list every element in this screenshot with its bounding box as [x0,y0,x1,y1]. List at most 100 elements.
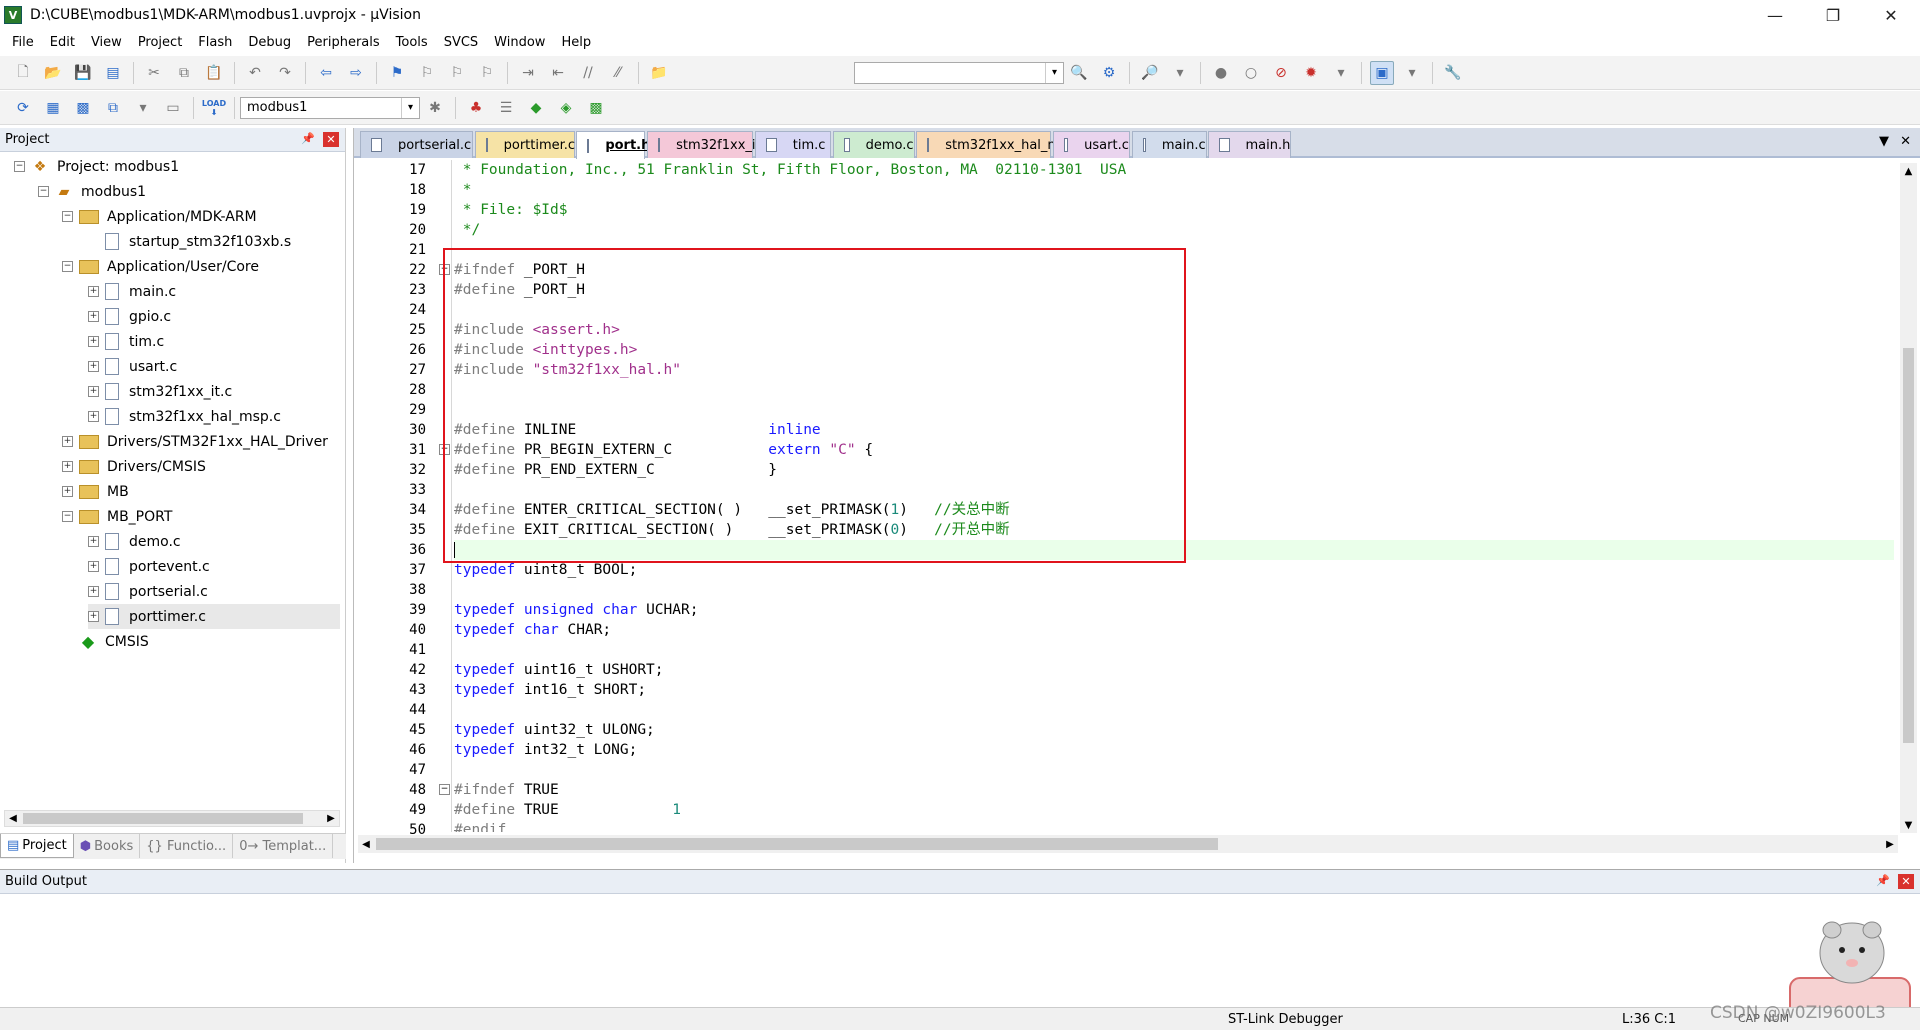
close-icon[interactable]: ✕ [1898,874,1914,889]
code-line[interactable]: typedef uint8_t BOOL; [454,560,1894,580]
code-line[interactable]: typedef int16_t SHORT; [454,680,1894,700]
new-file-icon[interactable]: 🗋 [11,61,35,85]
menu-peripherals[interactable]: Peripherals [299,35,388,50]
code-line[interactable]: * [454,180,1894,200]
indent-icon[interactable]: ⇥ [516,61,540,85]
chevron-down-icon[interactable]: ▾ [1400,61,1424,85]
collapse-icon[interactable]: − [14,161,25,172]
scrollbar-thumb[interactable] [376,838,1218,850]
expand-icon[interactable]: + [88,586,99,597]
menu-view[interactable]: View [83,35,130,50]
editor-tab[interactable]: usart.c [1052,131,1130,158]
chevron-down-icon[interactable]: ▾ [1329,61,1353,85]
breakpoint-disable-icon[interactable]: ○ [1239,61,1263,85]
tree-item[interactable]: + Drivers/CMSIS [62,454,206,479]
undo-icon[interactable]: ↶ [243,61,267,85]
expand-icon[interactable]: + [88,561,99,572]
bookmark-clear-icon[interactable]: ⚐ [475,61,499,85]
scrollbar-thumb[interactable] [1903,348,1914,743]
code-line[interactable]: #define TRUE 1 [454,800,1894,820]
tree-item[interactable]: + porttimer.c [88,604,340,629]
scroll-up-icon[interactable]: ▲ [1900,163,1917,179]
editor-tab[interactable]: portserial.c [359,131,473,158]
code-line[interactable]: #ifndef TRUE [454,780,1894,800]
chevron-down-icon[interactable]: ▾ [131,96,155,120]
menu-file[interactable]: File [4,35,42,50]
bookmark-next-icon[interactable]: ⚐ [445,61,469,85]
code-line[interactable] [454,580,1894,600]
configure-wrench-icon[interactable]: 🔧 [1441,61,1465,85]
tab-templates[interactable]: 0→ Templat... [233,834,334,858]
save-all-icon[interactable]: ▤ [101,61,125,85]
code-line[interactable]: typedef unsigned char UCHAR; [454,600,1894,620]
batch-build-icon[interactable]: ⧉ [101,96,125,120]
expand-icon[interactable]: + [88,361,99,372]
expand-icon[interactable]: + [88,536,99,547]
collapse-icon[interactable]: − [38,186,49,197]
code-line[interactable]: typedef int32_t LONG; [454,740,1894,760]
fold-toggle-icon[interactable]: − [439,784,450,795]
close-editor-icon[interactable]: ✕ [1900,134,1911,149]
tree-item[interactable]: + stm32f1xx_it.c [88,379,232,404]
pin-icon[interactable]: 📌 [1876,874,1890,887]
copy-icon[interactable]: ⧉ [172,61,196,85]
scrollbar-thumb[interactable] [23,813,303,824]
minimize-button[interactable]: — [1746,0,1804,30]
collapse-icon[interactable]: − [62,211,73,222]
editor-tab[interactable]: tim.c [754,131,831,158]
editor-horizontal-scrollbar[interactable]: ◀ ▶ [358,835,1898,853]
tree-item[interactable]: − Application/MDK-ARM [62,204,257,229]
expand-icon[interactable]: + [62,461,73,472]
nav-back-icon[interactable]: ⇦ [314,61,338,85]
menu-project[interactable]: Project [130,35,190,50]
run-environment-icon[interactable]: ◈ [554,96,578,120]
expand-icon[interactable]: + [88,411,99,422]
find-in-files-icon[interactable]: 📁 [647,61,671,85]
tree-item[interactable]: − ▰ modbus1 [38,179,146,204]
rebuild-icon[interactable]: ▩ [71,96,95,120]
stop-build-icon[interactable]: ▭ [161,96,185,120]
code-line[interactable]: typedef uint16_t USHORT; [454,660,1894,680]
code-line[interactable]: * File: $Id$ [454,200,1894,220]
editor-tab[interactable]: main.c [1131,131,1207,158]
code-line[interactable]: */ [454,220,1894,240]
manage-components-icon[interactable]: ♣ [464,96,488,120]
pin-icon[interactable]: 📌 [301,132,315,145]
tree-item[interactable]: + portserial.c [88,579,208,604]
uncomment-icon[interactable]: ⁄⁄ [606,61,630,85]
tree-item[interactable]: + Drivers/STM32F1xx_HAL_Driver [62,429,328,454]
tab-project[interactable]: ▤ Project [0,834,74,858]
code-line[interactable] [454,700,1894,720]
code-line[interactable]: typedef char CHAR; [454,620,1894,640]
window-layout-icon[interactable]: ▣ [1370,60,1394,85]
nav-forward-icon[interactable]: ⇨ [344,61,368,85]
code-line[interactable]: * Foundation, Inc., 51 Franklin St, Fift… [454,160,1894,180]
tab-list-dropdown-icon[interactable]: ▼ [1879,134,1889,149]
incremental-find-icon[interactable]: ⚙ [1097,61,1121,85]
pack-installer-icon[interactable]: ▩ [584,96,608,120]
code-line[interactable] [454,760,1894,780]
tab-functions[interactable]: {} Functio... [140,834,234,858]
tab-books[interactable]: ⬢ Books [74,834,141,858]
editor-tab[interactable]: stm32f1xx_it.c [647,131,772,158]
debug-start-icon[interactable]: 🔎 [1138,61,1162,85]
comment-icon[interactable]: // [576,61,600,85]
scroll-right-icon[interactable]: ▶ [1882,835,1898,853]
breakpoint-disable-all-icon[interactable]: ⊘ [1269,61,1293,85]
editor-tab[interactable]: demo.c [832,131,915,158]
chevron-down-icon[interactable]: ▾ [1168,61,1192,85]
translate-icon[interactable]: ⟳ [11,96,35,120]
tree-item[interactable]: + tim.c [88,329,164,354]
menu-svcs[interactable]: SVCS [436,35,486,50]
breakpoint-kill-all-icon[interactable]: ✹ [1299,61,1323,85]
tree-item[interactable]: + gpio.c [88,304,171,329]
code-line[interactable]: typedef uint32_t ULONG; [454,720,1894,740]
tree-item[interactable]: − ❖ Project: modbus1 [14,154,179,179]
tree-item[interactable]: + demo.c [88,529,181,554]
open-folder-icon[interactable]: 📂 [41,61,65,85]
tree-item[interactable]: startup_stm32f103xb.s [88,229,291,254]
menu-tools[interactable]: Tools [388,35,436,50]
expand-icon[interactable]: + [88,336,99,347]
build-icon[interactable]: ▦ [41,96,65,120]
tree-item[interactable]: + portevent.c [88,554,210,579]
